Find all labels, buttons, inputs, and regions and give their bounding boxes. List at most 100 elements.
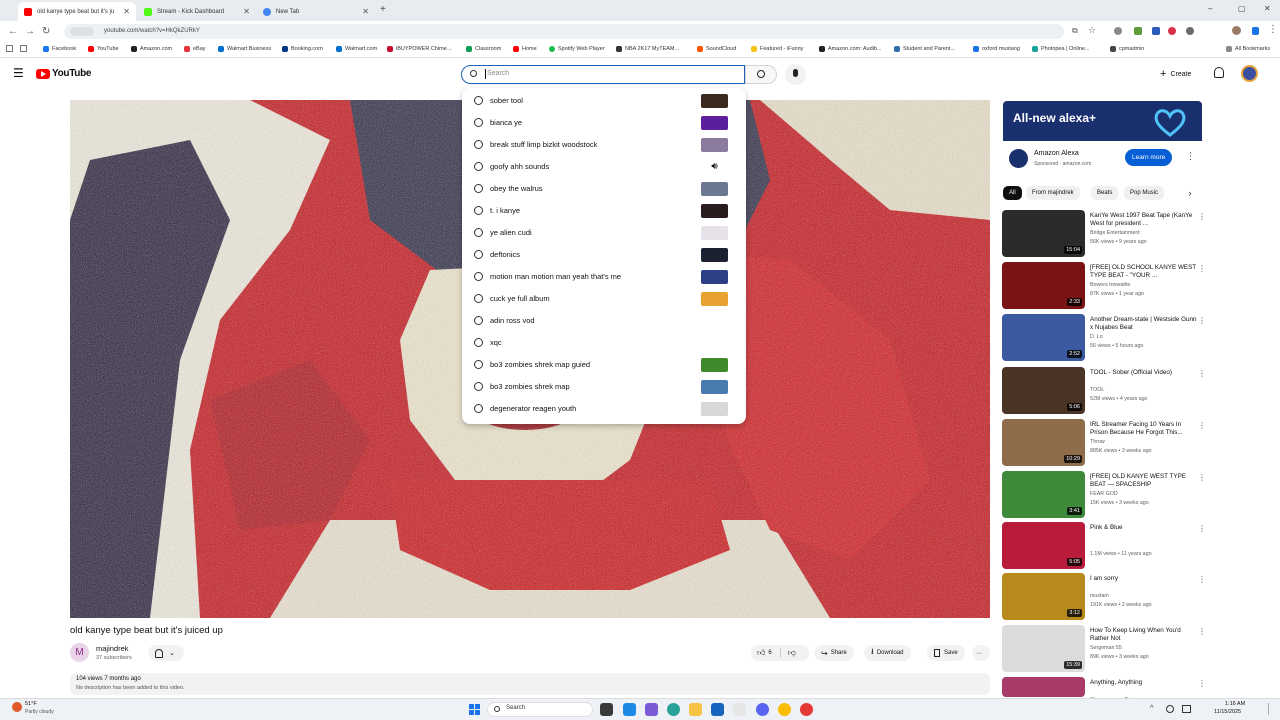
bookmark-spotify[interactable]: Spotify Web Player	[549, 46, 605, 52]
extension-icon[interactable]	[1114, 27, 1122, 35]
video-thumbnail[interactable]: 2:52	[1002, 314, 1085, 361]
recommended-channel[interactable]: Bowers Innwattie	[1090, 282, 1198, 288]
chip-all[interactable]: All	[1003, 186, 1022, 200]
more-vertical-icon[interactable]: ⋮	[1198, 316, 1206, 325]
voice-search-button[interactable]	[785, 64, 806, 85]
account-avatar[interactable]	[1241, 65, 1258, 82]
bookmark-audible[interactable]: Amazon.com: Audib...	[819, 46, 882, 52]
close-window-button[interactable]: ✕	[1264, 4, 1271, 13]
channel-avatar[interactable]: M	[70, 643, 89, 662]
search-suggestion-item[interactable]: ye alien cudi	[462, 222, 746, 244]
recommended-video[interactable]: 3:41 [FREE] OLD KANYE WEST TYPE BEAT — SP…	[1002, 471, 1212, 519]
close-tab-icon[interactable]: ✕	[362, 7, 369, 16]
task-view-icon[interactable]	[600, 703, 613, 716]
recommended-video[interactable]: 2:33 [FREE] OLD SCHOOL KANYE WEST TYPE BE…	[1002, 262, 1212, 310]
shield-icon[interactable]	[1252, 27, 1259, 35]
hamburger-menu-icon[interactable]: ☰	[13, 67, 24, 79]
recommended-title[interactable]: I am sorry	[1090, 575, 1198, 583]
ad-more-icon[interactable]: ⋮	[1186, 151, 1195, 162]
video-thumbnail[interactable]: 15:04	[1002, 210, 1085, 257]
search-suggestion-item[interactable]: bo3 zombies shrek map guied	[462, 354, 746, 376]
recommended-channel[interactable]: FEAR GOD	[1090, 491, 1198, 497]
more-vertical-icon[interactable]: ⋮	[1198, 524, 1206, 533]
share-button[interactable]: ↪ Share	[814, 645, 854, 661]
apps-icon[interactable]	[20, 45, 27, 52]
show-desktop-button[interactable]	[1268, 703, 1276, 715]
recommended-title[interactable]: How To Keep Living When You'd Rather Not	[1090, 627, 1198, 643]
recommended-video[interactable]: 5:05 Pink & Blue 1.1M views • 11 years ago…	[1002, 522, 1212, 570]
recommended-title[interactable]: KanYe West 1997 Beat Tape (KanYe West fo…	[1090, 212, 1198, 228]
extension-icon[interactable]	[1186, 27, 1194, 35]
recommended-title[interactable]: Pink & Blue	[1090, 524, 1198, 532]
bell-icon[interactable]	[1214, 67, 1224, 78]
bookmark-ibuypower[interactable]: iBUYPOWER Chime...	[387, 46, 451, 52]
video-thumbnail[interactable]	[1002, 677, 1085, 697]
recommended-video[interactable]: 15:04 KanYe West 1997 Beat Tape (KanYe We…	[1002, 210, 1212, 258]
recommended-title[interactable]: TOOL - Sober (Official Video)	[1090, 369, 1198, 377]
search-suggestion-item[interactable]: goofy ahh sounds 🔊︎	[462, 156, 746, 178]
close-tab-icon[interactable]: ✕	[243, 7, 250, 16]
chrome-icon[interactable]	[778, 703, 791, 716]
bookmark-student-parent[interactable]: Student and Parent...	[894, 46, 955, 52]
recommended-channel[interactable]: mustam	[1090, 593, 1198, 599]
bookmark-cpmadmin[interactable]: cpmadmin	[1110, 46, 1144, 52]
app-icon[interactable]	[800, 703, 813, 716]
channel-name[interactable]: majindrek	[96, 644, 129, 653]
app-icon[interactable]	[645, 703, 658, 716]
bookmark-home[interactable]: Home	[513, 46, 537, 52]
bookmark-walmart[interactable]: Walmart.com	[336, 46, 377, 52]
search-suggestion-item[interactable]: motion man motion man yeah that's me	[462, 266, 746, 288]
more-vertical-icon[interactable]: ⋮	[1198, 575, 1206, 584]
recommended-video[interactable]: Anything, AnythingShamanuma · Topic⋮	[1002, 677, 1212, 703]
recommended-video[interactable]: 2:52 Another Dream-state | Westside Gunn …	[1002, 314, 1212, 362]
description-box[interactable]: 104 views 7 months ago No description ha…	[70, 673, 990, 695]
more-vertical-icon[interactable]: ⋮	[1198, 421, 1206, 430]
youtube-logo-icon[interactable]	[36, 69, 50, 79]
learn-more-button[interactable]: Learn more	[1125, 149, 1173, 166]
search-suggestion-item[interactable]: cuck ye full album	[462, 288, 746, 310]
volume-icon[interactable]	[1182, 705, 1191, 713]
notepad-icon[interactable]	[733, 703, 746, 716]
weather-icon[interactable]	[12, 702, 22, 712]
app-icon[interactable]	[711, 703, 724, 716]
video-thumbnail[interactable]: 5:05	[1002, 522, 1085, 569]
search-input[interactable]: Search	[461, 65, 745, 84]
search-suggestion-item[interactable]: bo3 zombies shrek map	[462, 376, 746, 398]
video-thumbnail[interactable]: 10:29	[1002, 419, 1085, 466]
browser-tab-newtab[interactable]: New Tab ✕	[257, 2, 375, 21]
search-suggestion-item[interactable]: t. i kanye	[462, 200, 746, 222]
wifi-icon[interactable]	[1166, 705, 1174, 713]
recommended-title[interactable]: Another Dream-state | Westside Gunn x Nu…	[1090, 316, 1198, 332]
profile-avatar[interactable]	[1232, 26, 1241, 35]
bookmark-walmart-business[interactable]: Walmart Business	[218, 46, 271, 52]
bookmark-ebay[interactable]: eBay	[184, 46, 206, 52]
site-info-icon[interactable]	[70, 27, 94, 36]
recommended-title[interactable]: [FREE] OLD KANYE WEST TYPE BEAT — SPACES…	[1090, 473, 1198, 489]
close-tab-icon[interactable]: ✕	[123, 7, 130, 16]
more-vertical-icon[interactable]: ⋮	[1198, 212, 1206, 221]
search-button[interactable]	[745, 65, 777, 84]
video-thumbnail[interactable]: 5:06	[1002, 367, 1085, 414]
bookmark-soundcloud[interactable]: SoundCloud	[697, 46, 736, 52]
recommended-channel[interactable]: Bridge Entertainment	[1090, 230, 1198, 236]
download-button[interactable]: ⭳ Download	[864, 645, 911, 661]
forward-arrow-icon[interactable]: →	[25, 26, 35, 37]
browser-tab-youtube[interactable]: old kanye type beat but it's ju ✕	[18, 2, 136, 21]
video-thumbnail[interactable]: 2:33	[1002, 262, 1085, 309]
chip-beats[interactable]: Beats	[1091, 186, 1119, 200]
app-icon[interactable]	[623, 703, 636, 716]
recommended-channel[interactable]: D. Lo	[1090, 334, 1198, 340]
subscribe-bell-button[interactable]: ⌄	[148, 645, 184, 661]
search-suggestion-item[interactable]: adin ross vod	[462, 310, 746, 332]
bookmark-facebook[interactable]: Facebook	[43, 46, 76, 52]
recommended-channel[interactable]: Throw	[1090, 439, 1198, 445]
clock-time[interactable]: 1:16 AM	[1225, 701, 1245, 707]
bookmark-youtube[interactable]: YouTube	[88, 46, 119, 52]
discord-icon[interactable]	[756, 703, 769, 716]
recommended-channel[interactable]: Sergeman 55	[1090, 645, 1198, 651]
recommended-video[interactable]: 5:06 TOOL - Sober (Official Video) TOOL 52M…	[1002, 367, 1212, 415]
edge-icon[interactable]	[667, 703, 680, 716]
back-arrow-icon[interactable]: ←	[8, 26, 18, 37]
recommended-video[interactable]: 10:29 IRL Streamer Facing 10 Years In Pri…	[1002, 419, 1212, 467]
reload-icon[interactable]: ↻	[42, 26, 50, 37]
